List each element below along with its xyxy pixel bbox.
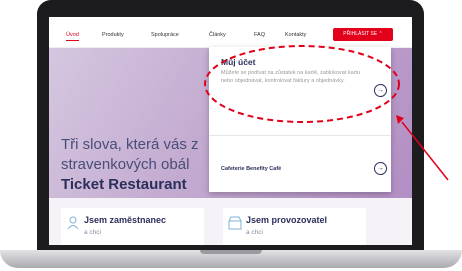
hero-line-3: Ticket Restaurant xyxy=(61,176,187,193)
arrow-right-icon[interactable]: → xyxy=(374,162,387,175)
login-button[interactable]: PŘIHLÁSIT SE ⌃ xyxy=(333,28,393,41)
hero-line-1: Tři slova, která vás z xyxy=(61,136,199,153)
chevron-up-icon: ⌃ xyxy=(378,31,383,37)
nav-item-produkty[interactable]: Produkty xyxy=(102,32,124,38)
operator-card[interactable]: Jsem provozovatel a chci xyxy=(223,208,366,245)
employee-card[interactable]: Jsem zaměstnanec a chci xyxy=(61,208,204,245)
arrow-right-icon[interactable]: → xyxy=(374,84,387,97)
top-nav: Úvod Produkty Spolupráce Články FAQ Kont… xyxy=(49,17,412,48)
cards-section: Jsem zaměstnanec a chci Jsem provozovate… xyxy=(49,198,412,245)
nav-item-spoluprace[interactable]: Spolupráce xyxy=(151,32,179,38)
login-dropdown: Můj účet Můžete se podívat na zůstatek n… xyxy=(209,47,391,192)
my-account-title: Můj účet xyxy=(221,57,256,67)
operator-card-title: Jsem provozovatel xyxy=(246,215,328,225)
website-screen: Úvod Produkty Spolupráce Články FAQ Kont… xyxy=(49,17,412,245)
laptop-notch xyxy=(200,250,262,254)
nav-item-uvod[interactable]: Úvod xyxy=(66,32,79,41)
cafeterie-label: Cafeterie Benefity Café xyxy=(221,166,282,172)
operator-card-sub: a chci xyxy=(246,229,263,236)
person-icon xyxy=(67,216,79,230)
dropdown-divider xyxy=(209,135,391,136)
nav-item-faq[interactable]: FAQ xyxy=(254,32,265,38)
login-button-label: PŘIHLÁSIT SE xyxy=(343,31,378,37)
employee-card-sub: a chci xyxy=(84,229,101,236)
employee-card-title: Jsem zaměstnanec xyxy=(84,215,167,225)
nav-item-kontakty[interactable]: Kontakty xyxy=(285,32,306,38)
my-account-description: Můžete se podívat na zůstatek na kartě, … xyxy=(221,70,361,84)
hero-line-2: stravenkových obál xyxy=(61,156,190,173)
shop-icon xyxy=(228,216,242,230)
nav-item-clanky[interactable]: Články xyxy=(209,32,226,38)
